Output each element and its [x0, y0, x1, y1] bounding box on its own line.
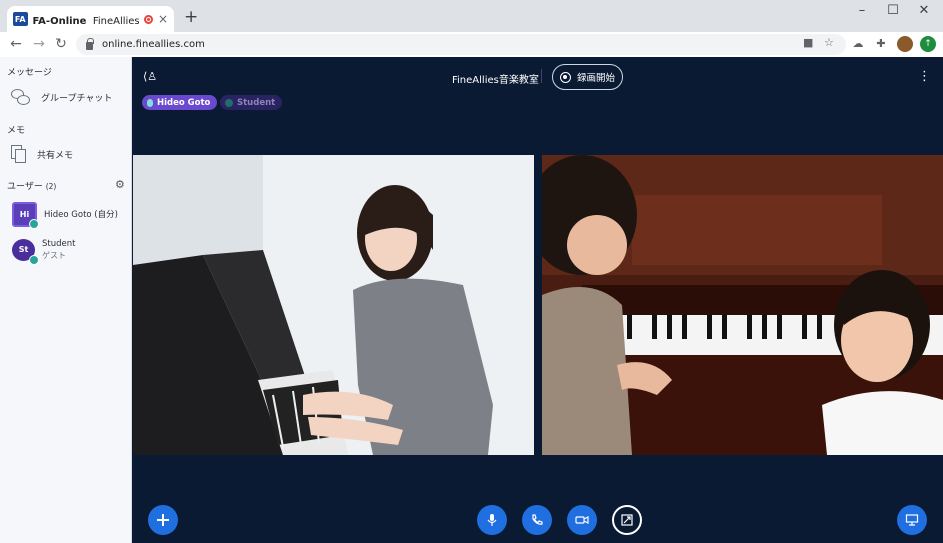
participant-name: Hideo Goto [157, 97, 211, 108]
status-dot-icon [225, 98, 233, 107]
new-tab-button[interactable]: + [184, 7, 198, 27]
lock-icon [86, 37, 94, 50]
room-title: FineAllies音楽教室 [452, 75, 539, 86]
extensions-puzzle-icon[interactable]: ✚ [873, 36, 889, 52]
user-item-hideo[interactable]: Hi Hideo Goto (自分) [12, 202, 118, 229]
tab-title: FA-Online FineAllies音楽教 [33, 12, 140, 27]
user-name: Student [42, 239, 76, 249]
mic-icon [487, 514, 497, 526]
participant-name: Student [237, 97, 276, 108]
memo-icon [11, 145, 27, 164]
gear-icon[interactable]: ⚙ [115, 178, 125, 191]
back-icon[interactable]: ← [7, 36, 25, 52]
browser-tabstrip: FA FA-Online FineAllies音楽教 × + – ☐ ✕ [0, 0, 943, 32]
record-icon [559, 71, 571, 83]
users-count: (2) [45, 182, 57, 191]
participant-pill-student[interactable]: Student [220, 95, 283, 110]
messages-header: メッセージ [7, 68, 52, 78]
user-item-student[interactable]: St Student ゲスト [12, 238, 76, 265]
video-tile-teacher[interactable] [133, 155, 534, 455]
memo-header: メモ [7, 126, 26, 136]
maximize-button[interactable]: ☐ [878, 3, 908, 18]
present-icon [905, 514, 919, 526]
close-window-button[interactable]: ✕ [909, 3, 939, 18]
mic-status-icon [29, 254, 39, 265]
user-name: Hideo Goto (自分) [44, 209, 118, 220]
add-button[interactable] [148, 505, 178, 535]
users-header-label: ユーザー [7, 182, 43, 192]
group-chat-item[interactable]: グループチャット [11, 89, 112, 105]
tab-title-bold: FA-Online [32, 15, 87, 27]
avatar-initials: Hi [19, 210, 30, 219]
shared-memo-item[interactable]: 共有メモ [11, 145, 73, 164]
tab-close-icon[interactable]: × [158, 12, 168, 26]
group-chat-label: グループチャット [41, 93, 113, 104]
shared-memo-label: 共有メモ [37, 151, 74, 161]
mic-icon [147, 98, 153, 107]
avatar: Hi [12, 202, 39, 229]
divider [541, 69, 542, 83]
add-icon [157, 514, 169, 526]
phone-icon [532, 514, 543, 525]
main-stage: ⟨♙ FineAllies音楽教室 録画開始 ⋮ Hideo Goto Stud… [132, 57, 943, 543]
app: メッセージ グループチャット メモ 共有メモ ユーザー (2) ⚙ Hi Hid… [0, 57, 943, 543]
screen-share-button[interactable] [612, 505, 642, 535]
users-header: ユーザー (2) [7, 179, 56, 192]
camera-button[interactable] [567, 505, 597, 535]
bookmark-star-icon[interactable]: ☆ [824, 36, 834, 49]
url-text[interactable]: online.fineallies.com [102, 39, 205, 50]
layout-icon[interactable]: ⟨♙ [143, 70, 157, 83]
reload-icon[interactable]: ↻ [52, 36, 70, 52]
screen-share-icon [621, 514, 633, 526]
chat-icon [11, 89, 31, 105]
address-bar[interactable]: online.fineallies.com [76, 34, 846, 55]
record-button[interactable]: 録画開始 [552, 64, 623, 90]
profile-avatar-icon[interactable] [897, 36, 913, 52]
present-button[interactable] [897, 505, 927, 535]
update-icon[interactable]: ↑ [920, 36, 936, 52]
phone-button[interactable] [522, 505, 552, 535]
video-frame-student [542, 155, 943, 455]
browser-tab[interactable]: FA FA-Online FineAllies音楽教 × [7, 6, 174, 32]
video-tile-student[interactable] [542, 155, 943, 455]
sidebar: メッセージ グループチャット メモ 共有メモ ユーザー (2) ⚙ Hi Hid… [0, 57, 132, 543]
browser-toolbar: ← → ↻ online.fineallies.com ■ ☆ ☁ ✚ ↑ [0, 32, 943, 57]
video-frame-teacher [133, 155, 534, 455]
favicon-icon: FA [13, 12, 28, 26]
mic-button[interactable] [477, 505, 507, 535]
camera-in-use-icon[interactable]: ■ [803, 36, 813, 49]
forward-icon[interactable]: → [30, 36, 48, 52]
minimize-button[interactable]: – [847, 3, 877, 18]
record-label: 録画開始 [576, 73, 615, 84]
avatar-initials: St [18, 245, 29, 254]
participant-pill-hideo[interactable]: Hideo Goto [142, 95, 218, 110]
kebab-menu-icon[interactable]: ⋮ [918, 69, 931, 84]
user-role: ゲスト [42, 251, 66, 260]
mic-status-icon [29, 219, 39, 229]
extension-cloud-icon[interactable]: ☁ [850, 36, 866, 52]
tab-title-rest: FineAllies音楽教 [92, 15, 140, 27]
camera-icon [575, 516, 589, 524]
recording-indicator-icon [144, 14, 153, 24]
avatar: St [12, 238, 39, 265]
